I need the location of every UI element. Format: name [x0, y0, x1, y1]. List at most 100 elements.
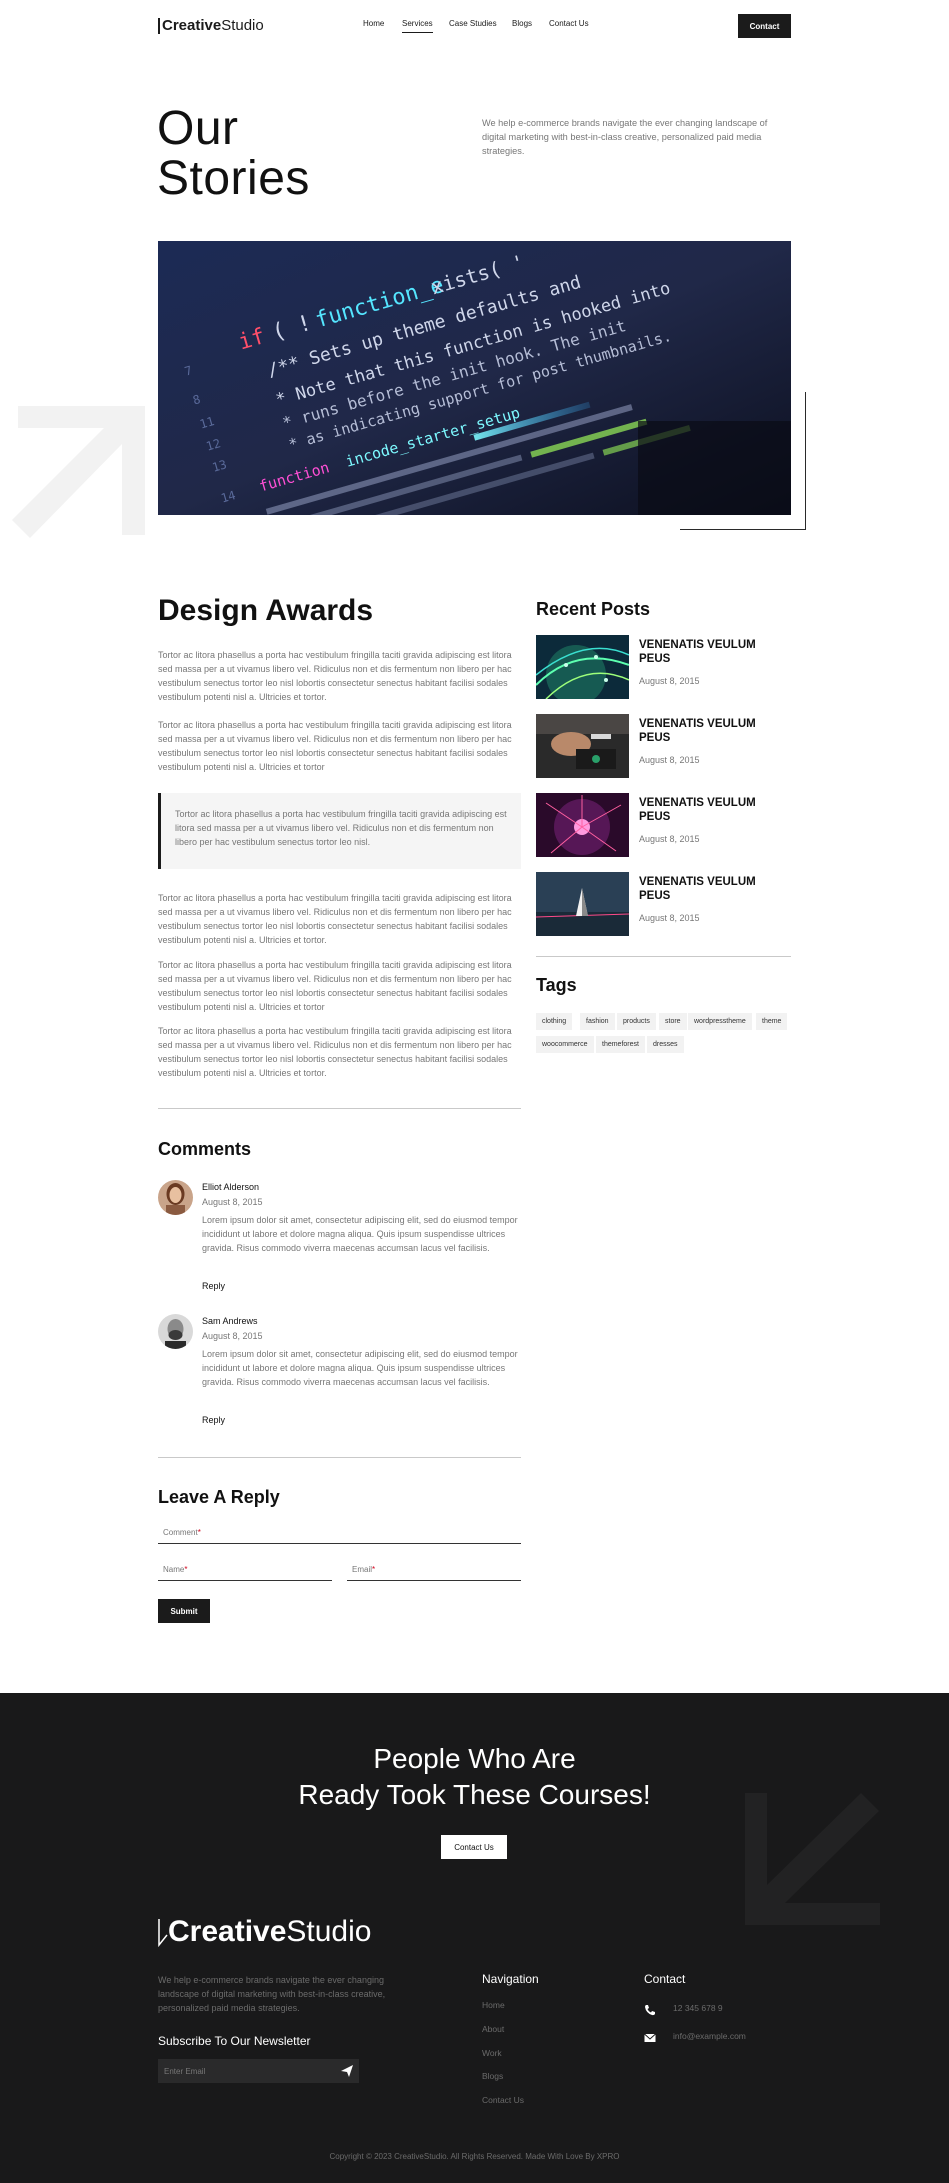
site-footer: People Who Are Ready Took These Courses!…: [0, 1693, 949, 2183]
newsletter-email-input[interactable]: Enter Email: [158, 2059, 359, 2083]
post-thumbnail[interactable]: [536, 714, 629, 778]
post-date: August 8, 2015: [639, 834, 700, 844]
recent-post-item[interactable]: VENENATIS VEULUM PEUS August 8, 2015: [536, 714, 791, 778]
recent-post-item[interactable]: VENENATIS VEULUM PEUS August 8, 2015: [536, 872, 791, 936]
tags-title: Tags: [536, 975, 577, 995]
post-title[interactable]: VENENATIS VEULUM PEUS: [639, 638, 789, 666]
recent-post-item[interactable]: VENENATIS VEULUM PEUS August 8, 2015: [536, 793, 791, 857]
footer-link-contact-us[interactable]: Contact Us: [482, 2095, 524, 2105]
comment-date: August 8, 2015: [202, 1331, 263, 1341]
hero-description: We help e-commerce brands navigate the e…: [482, 118, 768, 156]
name-field-placeholder: Name: [163, 1565, 185, 1574]
post-title[interactable]: VENENATIS VEULUM PEUS: [639, 717, 789, 745]
footer-description: We help e-commerce brands navigate the e…: [158, 1975, 386, 2013]
page-title-line1: Our: [157, 102, 239, 155]
nav-blogs[interactable]: Blogs: [512, 19, 532, 28]
article-paragraph: Tortor ac litora phasellus a porta hac v…: [158, 960, 512, 1012]
comment-date: August 8, 2015: [202, 1197, 263, 1207]
email-field[interactable]: Email*: [347, 1561, 521, 1581]
footer-link-blogs[interactable]: Blogs: [482, 2071, 503, 2081]
tag-themeforest[interactable]: themeforest: [596, 1036, 645, 1053]
page-title: Our Stories: [157, 104, 310, 204]
section-divider: [158, 1457, 521, 1458]
nav-contact-us[interactable]: Contact Us: [549, 19, 589, 28]
comment-item: Elliot Alderson August 8, 2015 Lorem ips…: [158, 1180, 521, 1295]
arrow-up-right-icon: [12, 406, 145, 538]
cta-heading-line2: Ready Took These Courses!: [298, 1779, 651, 1810]
post-thumbnail[interactable]: [536, 872, 629, 936]
copyright-text: Copyright © 2023 CreativeStudio. All Rig…: [329, 2152, 620, 2161]
cta-heading: People Who Are Ready Took These Courses!: [0, 1741, 949, 1813]
post-thumbnail[interactable]: [536, 635, 629, 699]
recent-post-item[interactable]: VENENATIS VEULUM PEUS August 8, 2015: [536, 635, 791, 699]
submit-button[interactable]: Submit: [158, 1599, 210, 1623]
article-paragraph: Tortor ac litora phasellus a porta hac v…: [158, 650, 512, 702]
tag-theme[interactable]: theme: [756, 1013, 788, 1030]
footer-phone[interactable]: 12 345 678 9: [673, 2003, 723, 2013]
site-header: Creative Studio Home Services Case Studie…: [0, 0, 949, 52]
section-divider: [158, 1108, 521, 1109]
footer-email[interactable]: info@example.com: [673, 2031, 746, 2041]
mail-icon: [644, 2033, 656, 2042]
hero-frame-line: [805, 392, 806, 529]
reply-link[interactable]: Reply: [202, 1415, 225, 1425]
footer-link-home[interactable]: Home: [482, 2000, 505, 2010]
blockquote: Tortor ac litora phasellus a porta hac v…: [158, 793, 521, 869]
post-title[interactable]: VENENATIS VEULUM PEUS: [639, 796, 789, 824]
comment-field[interactable]: Comment*: [158, 1524, 521, 1544]
footer-logo-bold: Creative: [168, 1915, 287, 1948]
comment-text: Lorem ipsum dolor sit amet, consectetur …: [202, 1349, 518, 1387]
avatar: [158, 1314, 193, 1349]
cta-contact-button[interactable]: Contact Us: [441, 1835, 507, 1859]
header-contact-button[interactable]: Contact: [738, 14, 791, 38]
post-thumbnail[interactable]: [536, 793, 629, 857]
post-title[interactable]: VENENATIS VEULUM PEUS: [639, 875, 789, 903]
reply-form-title: Leave A Reply: [158, 1487, 280, 1507]
article-paragraph: Tortor ac litora phasellus a porta hac v…: [158, 893, 512, 945]
footer-logo-light: Studio: [286, 1915, 372, 1948]
tag-store[interactable]: store: [659, 1013, 687, 1030]
post-date: August 8, 2015: [639, 913, 700, 923]
comments-title: Comments: [158, 1139, 252, 1159]
send-icon[interactable]: [340, 2064, 354, 2078]
phone-icon: [645, 2005, 655, 2016]
article-paragraph: Tortor ac litora phasellus a porta hac v…: [158, 720, 512, 772]
cta-heading-line1: People Who Are: [373, 1743, 576, 1774]
comment-author: Elliot Alderson: [202, 1182, 260, 1192]
tag-clothing[interactable]: clothing: [536, 1013, 573, 1030]
nav-home[interactable]: Home: [363, 19, 384, 28]
required-mark: *: [184, 1565, 188, 1574]
comment-author: Sam Andrews: [202, 1316, 258, 1326]
logo-light-text: Studio: [221, 17, 264, 34]
footer-nav-title: Navigation: [482, 1972, 539, 1986]
avatar: [158, 1180, 193, 1215]
post-date: August 8, 2015: [639, 755, 700, 765]
reply-link[interactable]: Reply: [202, 1281, 225, 1291]
footer-link-about[interactable]: About: [482, 2024, 504, 2034]
footer-contact-title: Contact: [644, 1972, 686, 1986]
post-date: August 8, 2015: [639, 676, 700, 686]
footer-logo[interactable]: Creative Studio: [158, 1915, 371, 1949]
tag-woocommerce[interactable]: woocommerce: [536, 1036, 594, 1053]
tag-products[interactable]: products: [617, 1013, 656, 1030]
article-title: Design Awards: [158, 594, 374, 627]
email-field-placeholder: Email: [352, 1565, 373, 1574]
tag-wordpresstheme[interactable]: wordpresstheme: [688, 1013, 752, 1030]
page-title-line2: Stories: [157, 152, 310, 205]
logo-bold-text: Creative: [162, 17, 222, 34]
logo-mark-icon: [158, 17, 160, 34]
article-paragraph: Tortor ac litora phasellus a porta hac v…: [158, 1026, 512, 1078]
tag-fashion[interactable]: fashion: [580, 1013, 615, 1030]
recent-posts-title: Recent Posts: [536, 599, 651, 619]
footer-link-work[interactable]: Work: [482, 2048, 502, 2058]
hero-frame-line: [680, 529, 806, 530]
comment-field-placeholder: Comment: [163, 1528, 198, 1537]
nav-case-studies[interactable]: Case Studies: [449, 19, 497, 28]
comment-item: Sam Andrews August 8, 2015 Lorem ipsum d…: [158, 1314, 521, 1429]
site-logo[interactable]: Creative Studio: [158, 17, 264, 34]
newsletter-title: Subscribe To Our Newsletter: [158, 2034, 311, 2048]
comment-text: Lorem ipsum dolor sit amet, consectetur …: [202, 1215, 518, 1253]
tag-dresses[interactable]: dresses: [647, 1036, 684, 1053]
name-field[interactable]: Name*: [158, 1561, 332, 1581]
nav-services[interactable]: Services: [402, 19, 433, 33]
